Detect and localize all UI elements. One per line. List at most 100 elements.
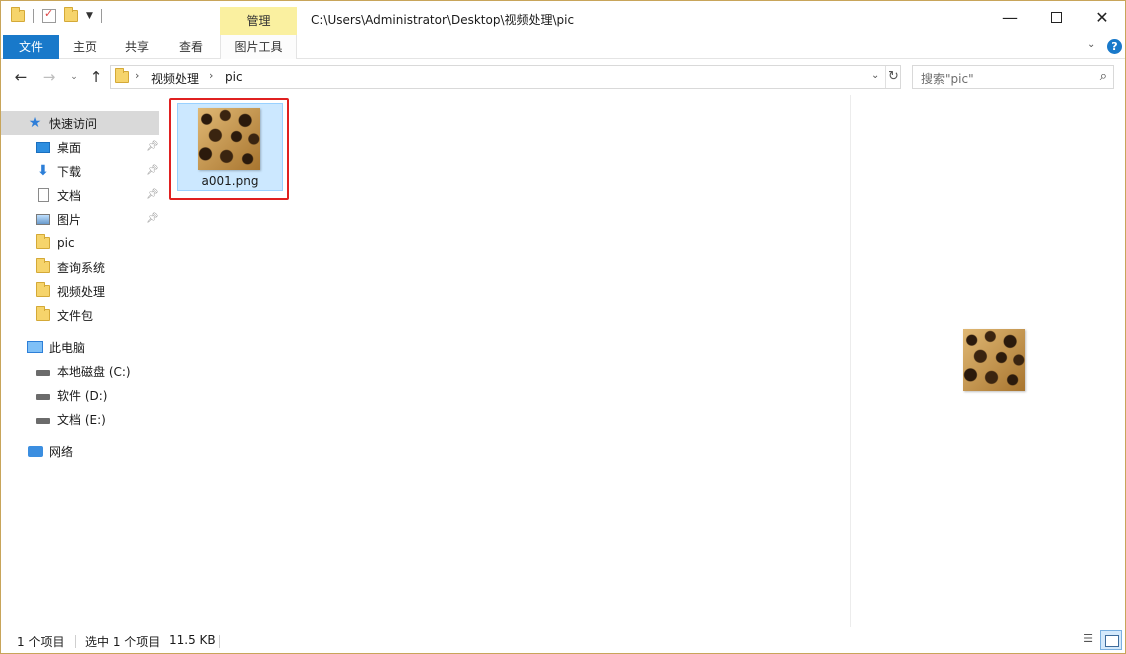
breadcrumb-separator[interactable]: › bbox=[209, 69, 213, 82]
maximize-button[interactable] bbox=[1033, 1, 1079, 33]
nav-label: 软件 (D:) bbox=[57, 388, 108, 403]
refresh-icon[interactable]: ↻ bbox=[885, 66, 901, 88]
folder-icon bbox=[35, 234, 51, 251]
folder-icon bbox=[35, 306, 51, 323]
pin-icon[interactable]: 📌︎ bbox=[146, 141, 159, 152]
desktop-icon bbox=[35, 139, 51, 155]
up-button[interactable]: ↑ bbox=[86, 67, 106, 87]
folder-icon bbox=[11, 7, 25, 22]
picture-icon bbox=[35, 211, 51, 227]
details-view-icon[interactable]: ☰ bbox=[1079, 632, 1097, 650]
tab-home[interactable]: 主页 bbox=[63, 35, 107, 59]
download-icon: ⬇ bbox=[37, 163, 49, 179]
minimize-icon: — bbox=[1002, 7, 1018, 27]
highlight-annotation bbox=[169, 98, 289, 200]
item-count: 1 个项目 bbox=[17, 635, 65, 649]
selected-count: 选中 1 个项目 bbox=[85, 635, 161, 649]
address-row: ← → ⌄ ↑ › 视频处理 › pic ⌄ ↻ 搜索"pic" ⌕ bbox=[1, 60, 1125, 94]
address-bar[interactable]: › 视频处理 › pic ⌄ ↻ bbox=[110, 65, 901, 89]
drive-icon bbox=[35, 387, 51, 403]
network-icon bbox=[27, 443, 43, 459]
nav-label: 图片 bbox=[57, 212, 82, 227]
expand-ribbon-icon[interactable]: ⌄ bbox=[1087, 39, 1095, 50]
nav-label: 文件包 bbox=[57, 308, 94, 323]
star-icon: ★ bbox=[28, 115, 42, 131]
nav-item-folder[interactable]: pic bbox=[35, 231, 159, 255]
drive-icon bbox=[35, 411, 51, 427]
nav-drive-d[interactable]: 软件 (D:) bbox=[35, 383, 159, 407]
preview-image bbox=[963, 329, 1025, 391]
new-folder-icon[interactable] bbox=[64, 7, 78, 22]
close-icon: ✕ bbox=[1095, 7, 1109, 27]
nav-item-documents[interactable]: 文档 bbox=[35, 183, 159, 207]
nav-label: 此电脑 bbox=[49, 340, 86, 355]
nav-label: 快速访问 bbox=[49, 116, 98, 131]
status-divider bbox=[219, 635, 220, 648]
nav-item-folder[interactable]: 查询系统 bbox=[35, 255, 159, 279]
nav-drive-e[interactable]: 文档 (E:) bbox=[35, 407, 159, 431]
address-dropdown-icon[interactable]: ⌄ bbox=[871, 70, 879, 81]
navigation-pane: ★ 快速访问 桌面 📌︎ ⬇ 下载 📌︎ 文档 📌︎ 图片 📌︎ pic 查询系… bbox=[1, 105, 161, 625]
document-icon bbox=[35, 187, 51, 203]
search-placeholder: 搜索"pic" bbox=[921, 72, 974, 86]
nav-label: 本地磁盘 (C:) bbox=[57, 364, 131, 379]
computer-icon bbox=[27, 339, 43, 355]
selected-size: 11.5 KB bbox=[169, 633, 216, 647]
nav-label: pic bbox=[57, 236, 75, 250]
nav-item-downloads[interactable]: ⬇ 下载 bbox=[35, 159, 159, 183]
file-list: a001.png bbox=[161, 95, 851, 627]
manage-context-tab[interactable]: 管理 bbox=[220, 7, 297, 35]
toolbar-divider bbox=[100, 9, 102, 23]
status-divider bbox=[75, 635, 76, 648]
nav-label: 文档 bbox=[57, 188, 82, 203]
nav-label: 视频处理 bbox=[57, 284, 106, 299]
folder-icon bbox=[35, 258, 51, 275]
tab-view[interactable]: 查看 bbox=[169, 35, 213, 59]
nav-item-folder[interactable]: 文件包 bbox=[35, 303, 159, 327]
nav-this-pc[interactable]: 此电脑 bbox=[27, 335, 159, 359]
status-bar: 1 个项目 选中 1 个项目 11.5 KB ☰ bbox=[1, 629, 1125, 653]
preview-pane bbox=[850, 95, 1125, 627]
nav-label: 网络 bbox=[49, 444, 74, 459]
tab-share[interactable]: 共享 bbox=[115, 35, 159, 59]
help-icon[interactable]: ? bbox=[1107, 39, 1122, 54]
nav-item-folder[interactable]: 视频处理 bbox=[35, 279, 159, 303]
explorer-window: ▼ 管理 C:\Users\Administrator\Desktop\视频处理… bbox=[0, 0, 1126, 654]
nav-label: 桌面 bbox=[57, 140, 82, 155]
tab-picture-tools[interactable]: 图片工具 bbox=[220, 35, 297, 59]
maximize-icon bbox=[1050, 11, 1062, 23]
properties-icon[interactable] bbox=[42, 7, 56, 23]
drive-icon bbox=[35, 363, 51, 379]
folder-icon bbox=[115, 68, 129, 83]
nav-label: 查询系统 bbox=[57, 260, 106, 275]
large-icons-view-icon[interactable] bbox=[1100, 630, 1122, 650]
customize-toolbar-icon[interactable]: ▼ bbox=[86, 11, 93, 21]
pin-icon[interactable]: 📌︎ bbox=[146, 189, 159, 200]
quick-access-toolbar: ▼ bbox=[11, 7, 102, 23]
pin-icon[interactable]: 📌︎ bbox=[146, 213, 159, 224]
nav-drive-c[interactable]: 本地磁盘 (C:) bbox=[35, 359, 159, 383]
search-icon[interactable]: ⌕ bbox=[1100, 69, 1107, 84]
search-input[interactable]: 搜索"pic" ⌕ bbox=[912, 65, 1114, 89]
close-button[interactable]: ✕ bbox=[1079, 1, 1125, 33]
window-title: C:\Users\Administrator\Desktop\视频处理\pic bbox=[311, 13, 575, 27]
toolbar-divider bbox=[33, 9, 34, 23]
nav-label: 文档 (E:) bbox=[57, 412, 106, 427]
breadcrumb-separator[interactable]: › bbox=[135, 69, 139, 82]
nav-quick-access[interactable]: ★ 快速访问 bbox=[1, 111, 159, 135]
back-button[interactable]: ← bbox=[11, 67, 31, 87]
folder-icon bbox=[35, 282, 51, 299]
nav-label: 下载 bbox=[57, 164, 82, 179]
breadcrumb-item[interactable]: pic bbox=[225, 70, 243, 84]
title-bar: ▼ 管理 C:\Users\Administrator\Desktop\视频处理… bbox=[1, 1, 1125, 35]
recent-locations-button[interactable]: ⌄ bbox=[64, 67, 84, 87]
nav-item-desktop[interactable]: 桌面 bbox=[35, 135, 159, 159]
breadcrumb-item[interactable]: 视频处理 bbox=[151, 70, 199, 87]
tab-file[interactable]: 文件 bbox=[3, 35, 59, 59]
minimize-button[interactable]: — bbox=[987, 1, 1033, 33]
pin-icon[interactable]: 📌︎ bbox=[146, 165, 159, 176]
nav-network[interactable]: 网络 bbox=[27, 439, 159, 463]
nav-item-pictures[interactable]: 图片 bbox=[35, 207, 159, 231]
forward-button[interactable]: → bbox=[39, 67, 59, 87]
ribbon-tabs: 文件 主页 共享 查看 图片工具 ⌄ ? bbox=[1, 35, 1125, 59]
